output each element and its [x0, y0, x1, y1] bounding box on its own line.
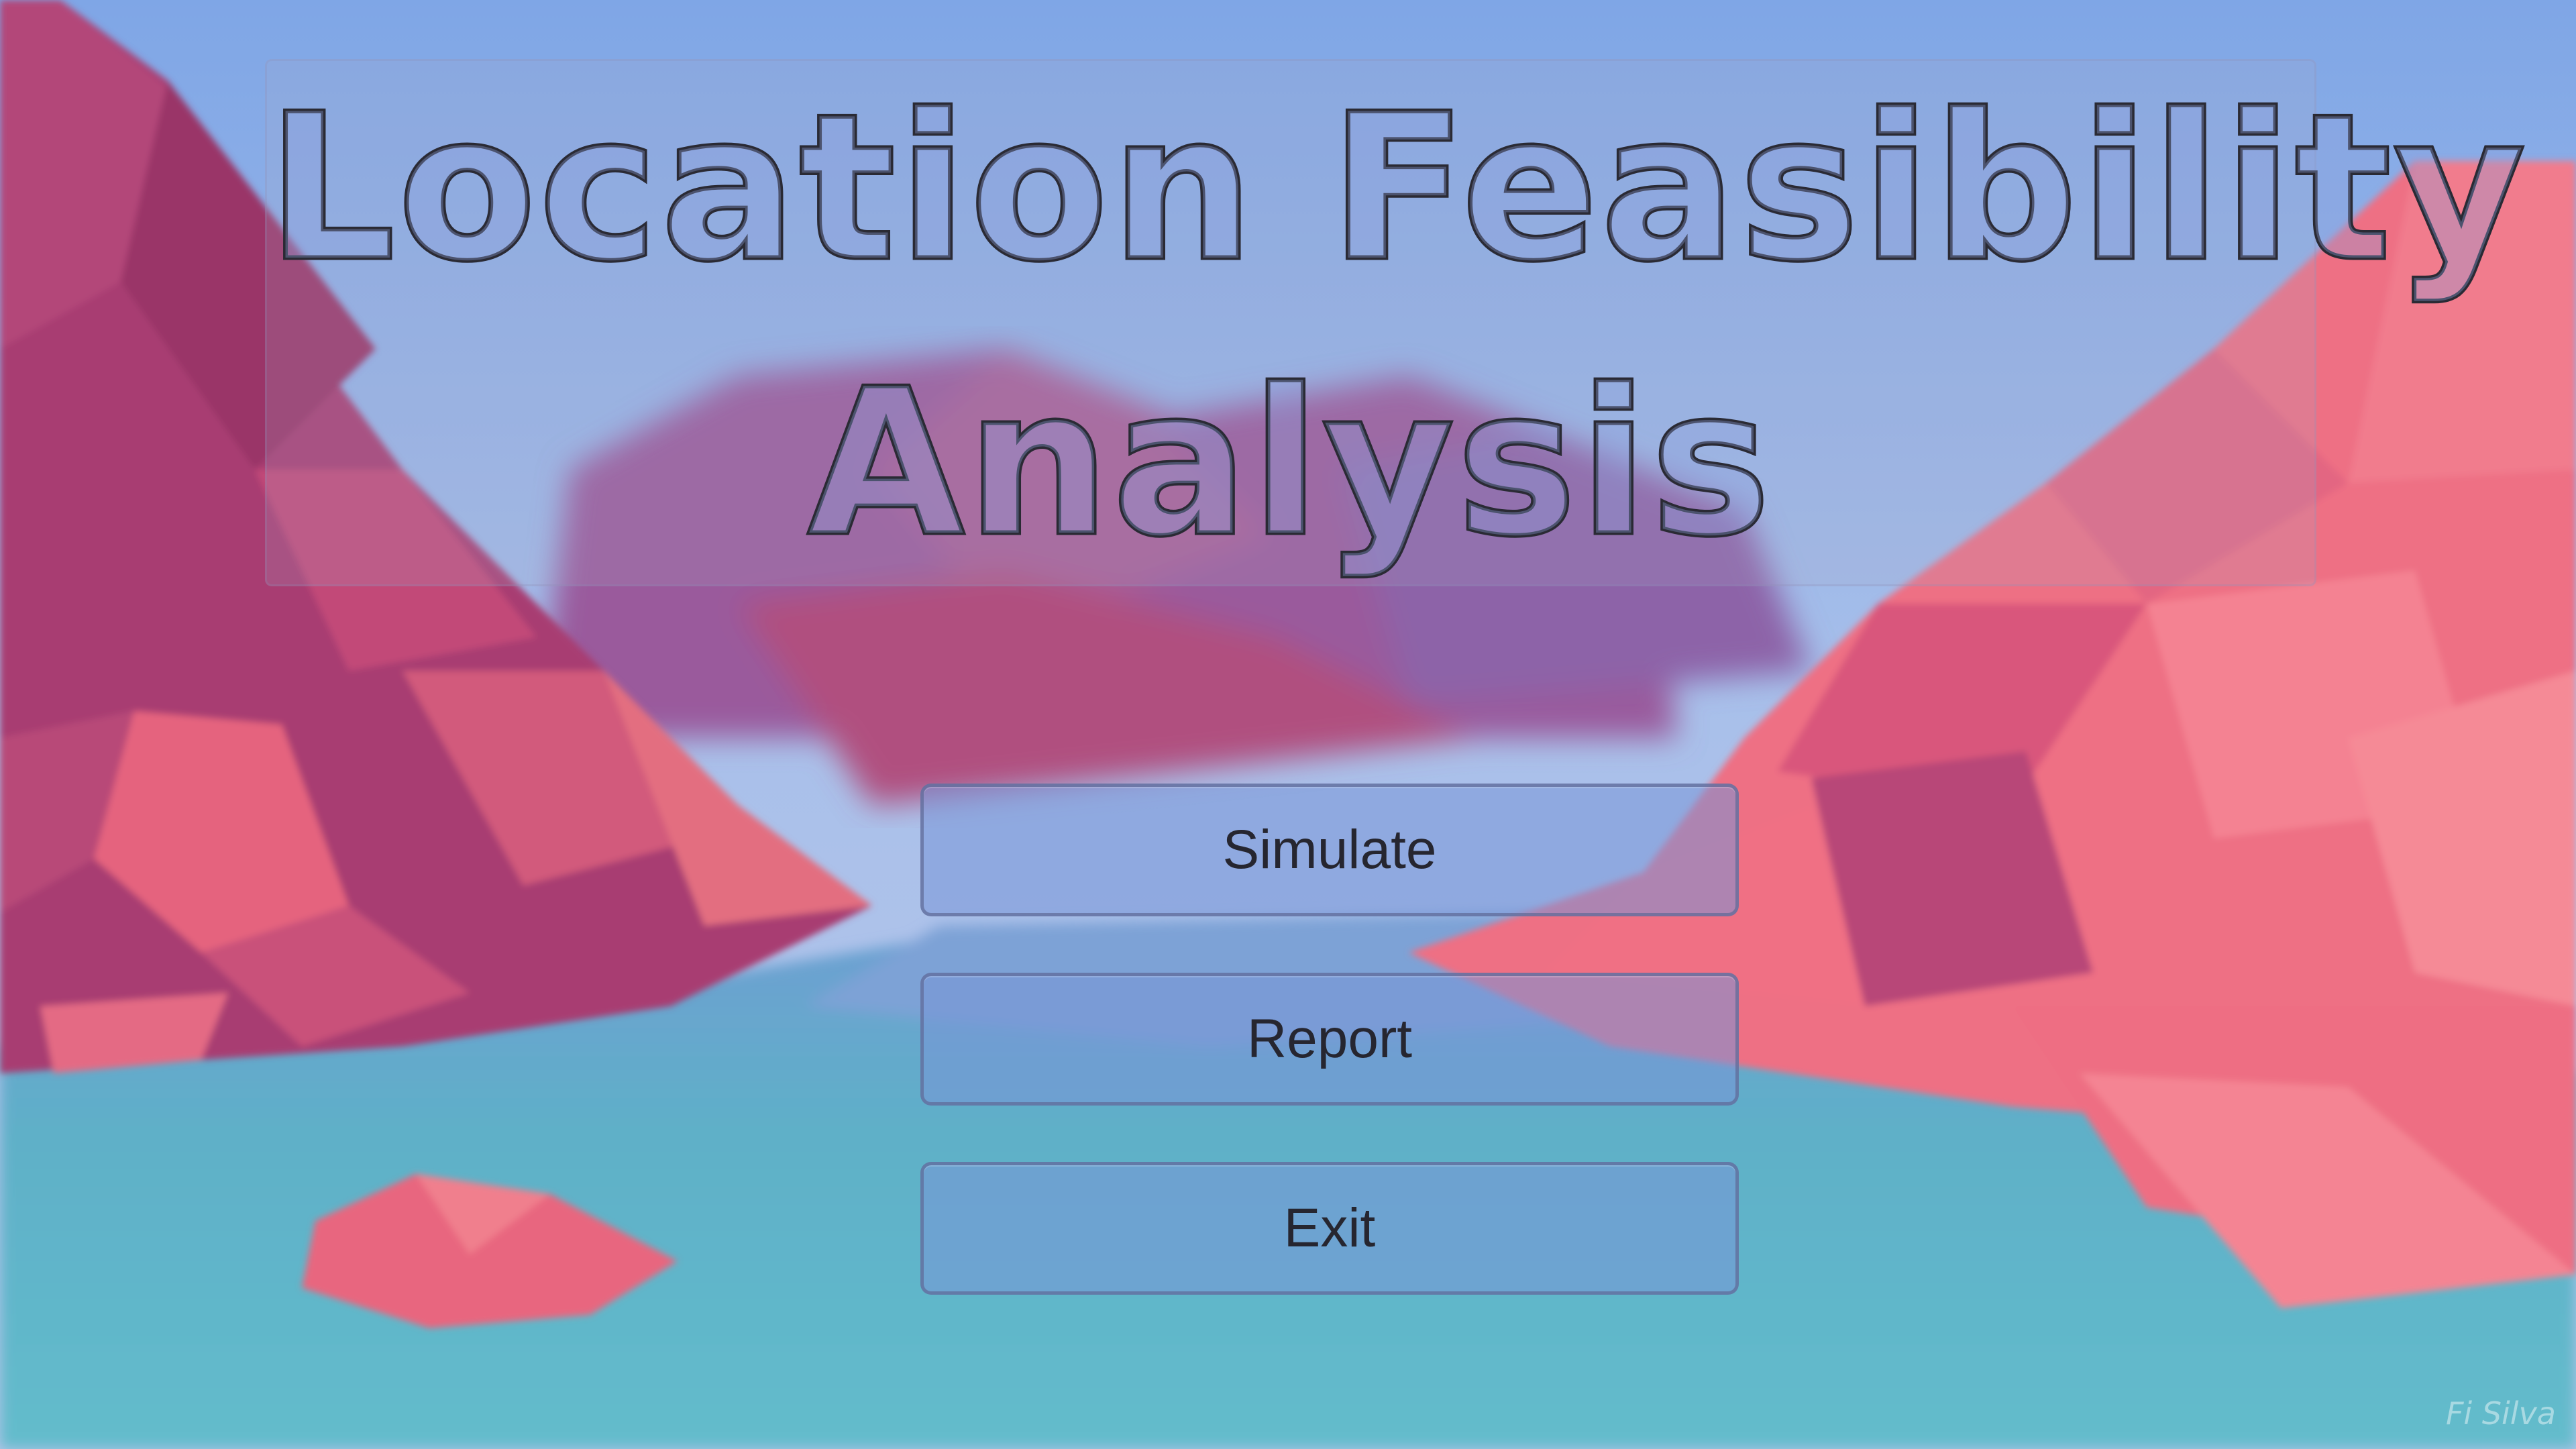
simulate-button[interactable]: Simulate: [920, 784, 1739, 916]
exit-button[interactable]: Exit: [920, 1162, 1739, 1295]
title-panel: Location Feasibility Analysis: [265, 59, 2528, 586]
artist-watermark: Fi Silva: [2445, 1395, 2556, 1432]
report-button[interactable]: Report: [920, 973, 1739, 1106]
app-title-line-1: Location Feasibility: [265, 71, 2528, 305]
main-menu-screen: Location Feasibility Analysis Simulate R…: [0, 0, 2576, 1449]
app-title-line-2: Analysis: [806, 346, 1774, 580]
